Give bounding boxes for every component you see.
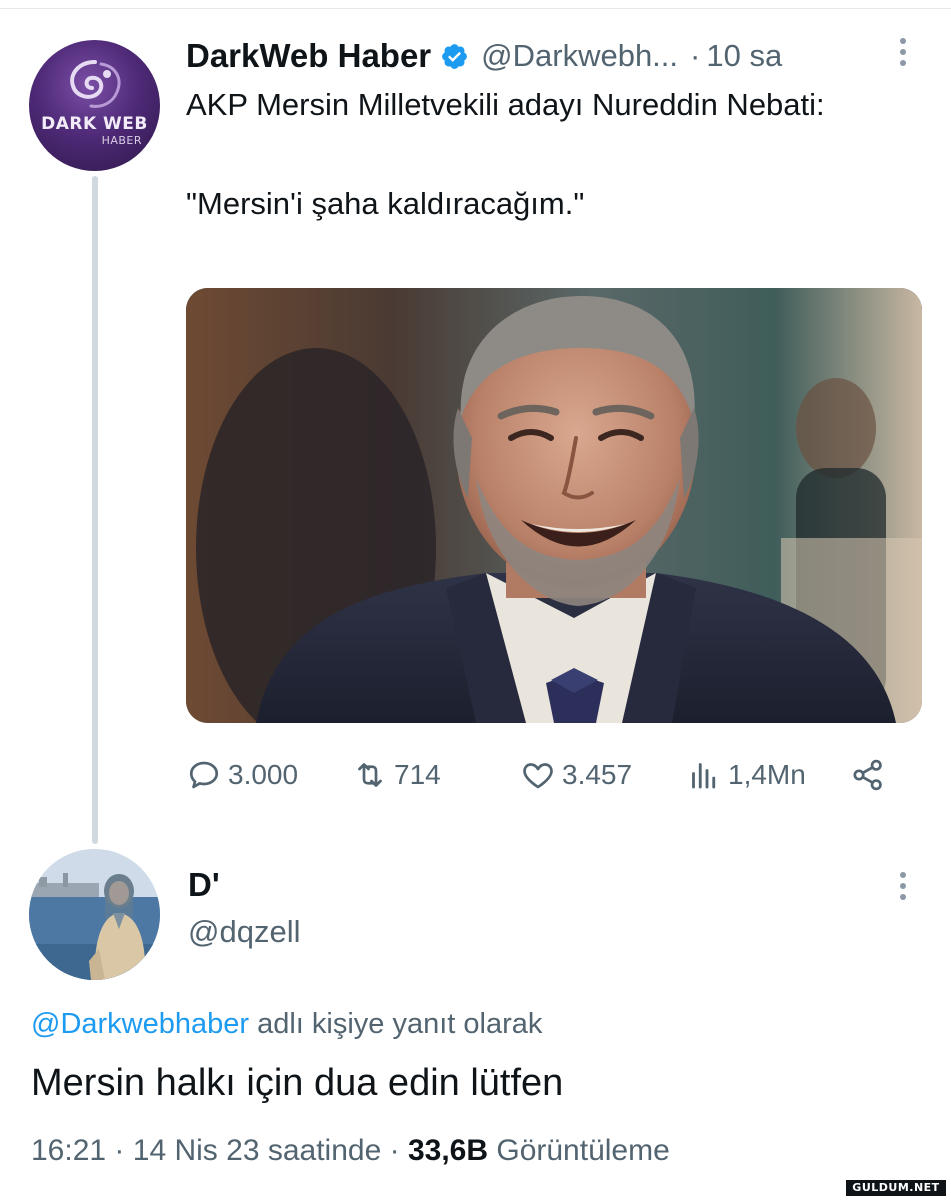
- avatar-brand-text: DARK WEB: [41, 114, 148, 134]
- reply-bubble-icon: [189, 761, 219, 789]
- author-name[interactable]: DarkWeb Haber: [186, 37, 431, 75]
- tweet-time[interactable]: 10 sa: [706, 38, 782, 74]
- reply-author-avatar[interactable]: [29, 849, 160, 980]
- tweet-text: AKP Mersin Milletvekili adayı Nureddin N…: [186, 84, 906, 224]
- avatar-logo-swirl-icon: [70, 60, 121, 108]
- avatar-brand-subtext: HABER: [101, 134, 142, 147]
- retweet-count: 714: [394, 759, 441, 790]
- thread-connector-line: [92, 176, 98, 844]
- replying-to-suffix: adlı kişiye yanıt olarak: [257, 1008, 543, 1040]
- meta-separator: ·: [114, 1134, 125, 1167]
- more-dot: [900, 38, 906, 44]
- reply-author-name[interactable]: D': [188, 866, 220, 904]
- more-dot: [900, 894, 906, 900]
- tweet-text-line-1: AKP Mersin Milletvekili adayı Nureddin N…: [186, 87, 825, 122]
- more-dot: [900, 883, 906, 889]
- tweet-photo[interactable]: [186, 288, 922, 723]
- avatar-photo-woman-by-sea: [29, 849, 160, 980]
- tweet-header: DarkWeb Haber @Darkwebh... · 10 sa: [186, 33, 782, 79]
- top-divider: [0, 8, 951, 9]
- meta-separator: ·: [389, 1134, 400, 1167]
- tweet-text-quote: "Mersin'i şaha kaldıracağım.": [186, 186, 585, 221]
- reply-more-options-icon[interactable]: [896, 872, 910, 906]
- reply-action[interactable]: 3.000: [186, 752, 298, 798]
- reply-time[interactable]: 16:21: [31, 1134, 106, 1167]
- share-icon: [853, 759, 882, 791]
- views-count: 1,4Mn: [728, 759, 806, 790]
- author-handle[interactable]: @Darkwebh...: [481, 38, 678, 74]
- like-action[interactable]: 3.457: [520, 752, 632, 798]
- views-action[interactable]: 1,4Mn: [686, 752, 806, 798]
- retweet-icon: [358, 763, 382, 787]
- reply-text: Mersin halkı için dua edin lütfen: [31, 1062, 564, 1104]
- share-action[interactable]: [850, 752, 892, 798]
- replying-to: @Darkwebhaber adlı kişiye yanıt olarak: [31, 1008, 542, 1041]
- retweet-action[interactable]: 714: [352, 752, 441, 798]
- more-options-icon[interactable]: [896, 38, 910, 72]
- verified-badge-icon: [442, 43, 468, 69]
- more-dot: [900, 872, 906, 878]
- views-bar-chart-icon: [692, 763, 716, 789]
- tweet-actions-bar: 3.000 714 3.457 1,4Mn: [186, 752, 922, 798]
- heart-icon: [523, 763, 553, 789]
- site-watermark: GULDUM.NET: [846, 1180, 946, 1196]
- reply-count: 3.000: [228, 759, 299, 790]
- time-separator: ·: [690, 38, 701, 73]
- reply-author-handle[interactable]: @dqzell: [188, 914, 300, 950]
- reply-views-label: Görüntüleme: [496, 1134, 670, 1167]
- author-avatar[interactable]: DARK WEB HABER: [29, 40, 160, 171]
- more-dot: [900, 60, 906, 66]
- like-count: 3.457: [562, 759, 633, 790]
- reply-date[interactable]: 14 Nis 23 saatinde: [133, 1134, 382, 1167]
- reply-views-count[interactable]: 33,6B: [408, 1134, 488, 1167]
- reply-meta: 16:21 · 14 Nis 23 saatinde · 33,6B Görün…: [31, 1134, 670, 1168]
- replying-to-mention-link[interactable]: @Darkwebhaber: [31, 1008, 249, 1040]
- more-dot: [900, 49, 906, 55]
- photo-smiling-man-in-suit: [186, 288, 922, 723]
